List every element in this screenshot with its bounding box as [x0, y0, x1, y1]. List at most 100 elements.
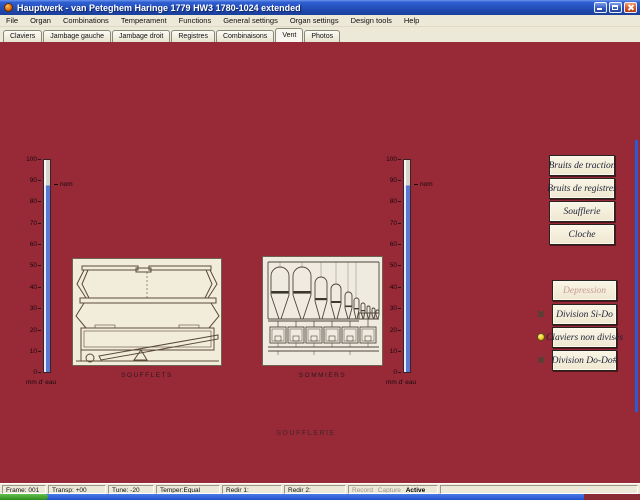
gauge-unit-label: mm d' eau — [26, 379, 56, 386]
tick-label: 90 — [30, 177, 37, 184]
close-icon — [625, 3, 636, 12]
tick-label: 0 — [393, 369, 397, 376]
tick-mark — [398, 244, 401, 245]
sommiers-caption: SOMMIERS — [262, 372, 383, 379]
tick-label: 50 — [30, 262, 37, 269]
tick-mark — [38, 223, 41, 224]
status-redir1: Redir 1: — [222, 485, 282, 494]
menu-item-organ-settings[interactable]: Organ settings — [284, 16, 345, 25]
minimize-button[interactable] — [594, 2, 607, 13]
tick-mark — [398, 351, 401, 352]
maximize-icon — [612, 5, 618, 10]
menu-bar: File Organ Combinations Temperament Func… — [0, 15, 640, 27]
status-capture: Capture — [378, 487, 401, 494]
tick-mark — [38, 201, 41, 202]
active-dot-icon — [537, 333, 545, 341]
tick-label: 70 — [390, 220, 397, 227]
tick-label: 60 — [390, 241, 397, 248]
tick-label: 0 — [33, 369, 37, 376]
nom-pointer — [414, 184, 418, 185]
menu-item-design-tools[interactable]: Design tools — [345, 16, 398, 25]
status-active: Active — [406, 487, 426, 494]
wind-pressure-tube — [403, 159, 411, 373]
tick-label: 100 — [26, 156, 37, 163]
window-edge — [635, 140, 638, 412]
sommiers-figure: SOMMIERS — [262, 256, 383, 366]
tick-label: 100 — [386, 156, 397, 163]
tick-mark — [398, 265, 401, 266]
section-title: SOUFFLERIE — [256, 430, 356, 437]
tab-claviers[interactable]: Claviers — [3, 30, 42, 42]
tick-mark — [398, 223, 401, 224]
tick-mark — [398, 330, 401, 331]
division-do-do-sharp-button[interactable]: Division Do-Do# — [552, 350, 617, 371]
taskbar-window-sliver — [584, 494, 640, 500]
bruits-de-traction-button[interactable]: Bruits de traction — [549, 155, 615, 176]
tick-label: 40 — [30, 284, 37, 291]
status-tune: Tune: -20 — [108, 485, 154, 494]
gauge-scale: 100 90 80 70 60 50 40 30 20 10 0 — [25, 155, 41, 377]
windchest-drawing-icon — [263, 257, 382, 365]
tick-label: 80 — [30, 198, 37, 205]
tick-label: 10 — [30, 348, 37, 355]
taskbar — [0, 494, 640, 500]
tab-vent[interactable]: Vent — [275, 28, 303, 42]
close-button[interactable] — [624, 2, 637, 13]
status-bar: Frame: 001 Transp: +00 Tune: -20 Temper:… — [0, 483, 640, 494]
tab-photos[interactable]: Photos — [304, 30, 340, 42]
menu-item-file[interactable]: File — [0, 16, 24, 25]
menu-item-organ[interactable]: Organ — [24, 16, 57, 25]
menu-item-temperament[interactable]: Temperament — [115, 16, 173, 25]
wind-gauge-right: 100 90 80 70 60 50 40 30 20 10 0 nom mm … — [385, 155, 465, 395]
tick-mark — [38, 287, 41, 288]
tab-combinaisons[interactable]: Combinaisons — [216, 30, 274, 42]
menu-item-functions[interactable]: Functions — [173, 16, 218, 25]
bellows-drawing — [72, 258, 222, 366]
hauptwerk-app-icon — [4, 3, 13, 12]
minimize-icon — [597, 8, 602, 10]
status-temperament: Temper:Equal — [156, 485, 220, 494]
status-record-state: Record Capture Active — [348, 485, 438, 494]
hauptwerk-window: Hauptwerk - van Peteghem Haringe 1779 HW… — [0, 0, 640, 500]
nom-pointer — [54, 184, 58, 185]
depression-button[interactable]: Depression — [552, 280, 617, 301]
division-si-do-button[interactable]: Division Si-Do — [552, 304, 617, 325]
tick-label: 90 — [390, 177, 397, 184]
claviers-non-divises-button[interactable]: Claviers non divisés — [552, 327, 617, 348]
tick-mark — [398, 180, 401, 181]
status-redir2: Redir 2: — [284, 485, 346, 494]
tick-mark — [38, 159, 41, 160]
maximize-button[interactable] — [609, 2, 622, 13]
tick-mark — [38, 265, 41, 266]
tab-jambage-gauche[interactable]: Jambage gauche — [43, 30, 111, 42]
tab-jambage-droit[interactable]: Jambage droit — [112, 30, 170, 42]
soufflets-caption: SOUFFLETS — [72, 372, 222, 379]
tick-label: 40 — [390, 284, 397, 291]
tick-mark — [38, 180, 41, 181]
tick-mark — [38, 330, 41, 331]
tab-registres[interactable]: Registres — [171, 30, 215, 42]
gauge-scale: 100 90 80 70 60 50 40 30 20 10 0 — [385, 155, 401, 377]
tick-mark — [398, 201, 401, 202]
tick-label: 10 — [390, 348, 397, 355]
menu-item-general-settings[interactable]: General settings — [217, 16, 284, 25]
menu-item-help[interactable]: Help — [398, 16, 425, 25]
bruits-de-registres-button[interactable]: Bruits de registres — [549, 178, 615, 199]
tick-label: 50 — [390, 262, 397, 269]
menu-item-combinations[interactable]: Combinations — [57, 16, 115, 25]
nom-label: nom — [420, 181, 433, 188]
window-title: Hauptwerk - van Peteghem Haringe 1779 HW… — [17, 3, 594, 13]
tick-label: 30 — [30, 305, 37, 312]
status-empty — [440, 485, 638, 494]
cloche-button[interactable]: Cloche — [549, 224, 615, 245]
start-button-sliver[interactable] — [0, 494, 48, 500]
soufflets-figure: SOUFFLETS — [72, 258, 222, 366]
tick-mark — [398, 372, 401, 373]
tick-label: 20 — [30, 327, 37, 334]
status-transpose: Transp: +00 — [48, 485, 106, 494]
status-frame: Frame: 001 — [2, 485, 46, 494]
tick-mark — [38, 372, 41, 373]
title-bar: Hauptwerk - van Peteghem Haringe 1779 HW… — [0, 0, 640, 15]
soufflerie-button[interactable]: Soufflerie — [549, 201, 615, 222]
tick-mark — [38, 308, 41, 309]
